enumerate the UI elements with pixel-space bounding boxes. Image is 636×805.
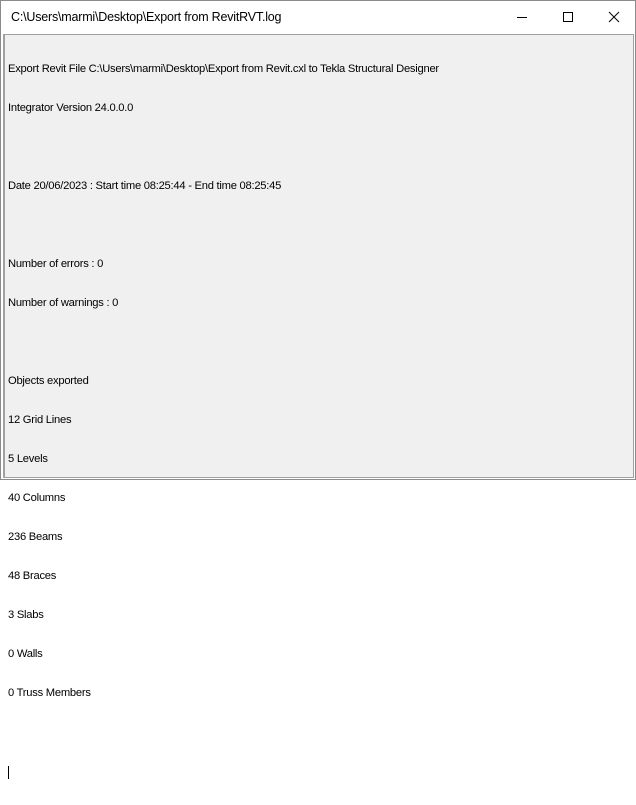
close-icon: [608, 11, 620, 23]
text-cursor: [8, 766, 9, 779]
object-line: 0 Walls: [8, 648, 43, 660]
title-bar[interactable]: C:\Users\marmi\Desktop\Export from Revit…: [1, 1, 635, 33]
window-title: C:\Users\marmi\Desktop\Export from Revit…: [11, 10, 282, 24]
log-text-area[interactable]: Export Revit File C:\Users\marmi\Desktop…: [3, 34, 634, 779]
log-warnings: Number of warnings : 0: [8, 297, 119, 309]
log-window: C:\Users\marmi\Desktop\Export from Revit…: [0, 0, 636, 779]
close-button[interactable]: [591, 1, 636, 33]
object-line: 5 Levels: [8, 453, 48, 465]
objects-heading: Objects exported: [8, 375, 89, 387]
object-line: 12 Grid Lines: [8, 414, 72, 426]
maximize-icon: [563, 12, 573, 22]
log-version: Integrator Version 24.0.0.0: [8, 102, 134, 114]
log-date: Date 20/06/2023 : Start time 08:25:44 - …: [8, 180, 282, 192]
object-line: 40 Columns: [8, 492, 66, 504]
object-line: 0 Truss Members: [8, 687, 91, 699]
object-line: 3 Slabs: [8, 609, 44, 621]
object-line: 48 Braces: [8, 570, 57, 582]
log-header: Export Revit File C:\Users\marmi\Desktop…: [8, 63, 439, 75]
log-errors: Number of errors : 0: [8, 258, 104, 270]
object-line: 236 Beams: [8, 531, 63, 543]
minimize-icon: [517, 17, 527, 18]
maximize-button[interactable]: [545, 1, 591, 33]
minimize-button[interactable]: [499, 1, 545, 33]
